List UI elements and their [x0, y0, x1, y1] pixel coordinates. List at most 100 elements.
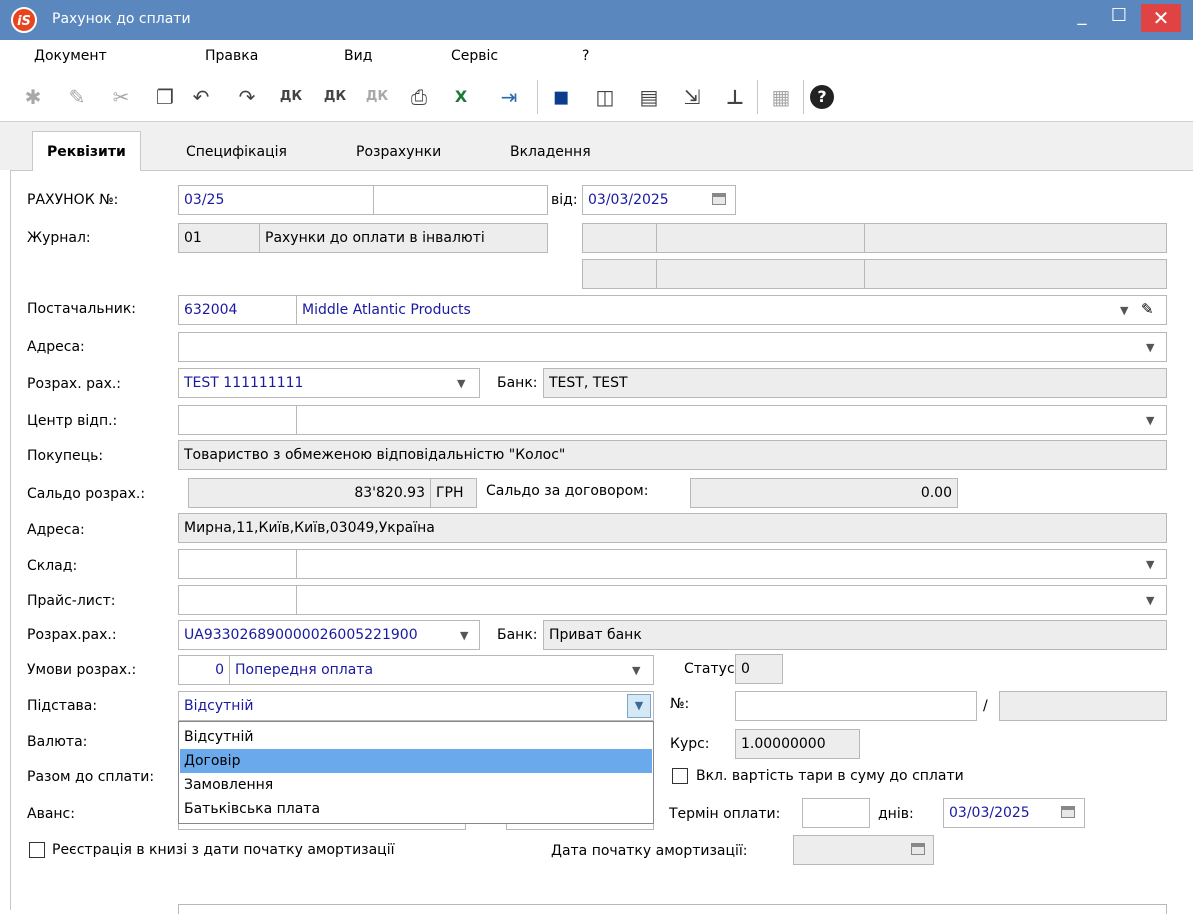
- center-code-field[interactable]: [178, 405, 297, 435]
- app-logo-icon: iS: [11, 7, 37, 33]
- terms-code-field[interactable]: 0: [178, 655, 230, 685]
- supplier-label: Постачальник:: [27, 301, 136, 317]
- bank-label: Банк:: [497, 375, 538, 391]
- calendar-icon[interactable]: [911, 843, 925, 855]
- advance-label: Аванс:: [27, 806, 75, 822]
- toolbar-separator: [803, 80, 804, 114]
- close-button[interactable]: ✕: [1141, 4, 1181, 32]
- pricelist-name-field[interactable]: [296, 585, 1167, 615]
- redo-icon[interactable]: ↷: [232, 82, 262, 112]
- exit-icon[interactable]: ⇥: [494, 82, 524, 112]
- book-icon[interactable]: ◫: [590, 82, 620, 112]
- journal-extra-field: [656, 259, 865, 289]
- chevron-down-icon[interactable]: ▼: [1146, 414, 1154, 427]
- print-icon[interactable]: ⎙: [404, 82, 434, 112]
- journal-extra-field: [864, 223, 1167, 253]
- journal-extra-field: [656, 223, 865, 253]
- basis-option[interactable]: Відсутній: [180, 725, 652, 749]
- chevron-down-icon[interactable]: ▼: [632, 664, 640, 677]
- date-label: від:: [551, 192, 578, 208]
- chevron-down-icon[interactable]: ▼: [1146, 558, 1154, 571]
- currency-code-field: ГРН: [430, 478, 477, 508]
- journal-code-field: 01: [178, 223, 260, 253]
- tab-requisites[interactable]: Реквізити: [32, 131, 141, 171]
- basis-option[interactable]: Батьківська плата: [180, 797, 652, 821]
- chevron-down-icon[interactable]: ▼: [1120, 304, 1128, 317]
- menu-help[interactable]: ?: [582, 48, 589, 64]
- buyer-field: Товариство з обмеженою відповідальністю …: [178, 440, 1167, 470]
- edit-doc-icon[interactable]: ✎: [62, 82, 92, 112]
- buyer-account-select[interactable]: UA933026890000026005221900: [178, 620, 480, 650]
- tab-calculations[interactable]: Розрахунки: [342, 134, 455, 170]
- grid-icon[interactable]: ▦: [766, 82, 796, 112]
- notes-field[interactable]: [178, 904, 1167, 914]
- pricelist-label: Прайс-лист:: [27, 593, 116, 609]
- journal-extra-field: [582, 223, 657, 253]
- help-icon[interactable]: ?: [810, 85, 834, 109]
- toolbar-separator: [757, 80, 758, 114]
- chevron-down-icon[interactable]: ▼: [457, 629, 469, 642]
- calendar-icon[interactable]: [712, 193, 726, 205]
- register-checkbox[interactable]: [29, 842, 45, 858]
- include-tare-label: Вкл. вартість тари в суму до сплати: [696, 768, 964, 784]
- basis-number-field[interactable]: [735, 691, 977, 721]
- warehouse-code-field[interactable]: [178, 549, 297, 579]
- center-name-field[interactable]: [296, 405, 1167, 435]
- terms-label: Умови розрах.:: [27, 662, 137, 678]
- excel-icon[interactable]: X: [446, 82, 476, 112]
- basis-dropdown-list: Відсутній Договір Замовлення Батьківська…: [178, 721, 654, 824]
- warehouse-name-field[interactable]: [296, 549, 1167, 579]
- rate-label: Курс:: [670, 736, 710, 752]
- invoice-suffix-field[interactable]: [373, 185, 548, 215]
- menu-bar: Документ Правка Вид Сервіс ?: [0, 40, 1193, 72]
- terms-select[interactable]: Попередня оплата: [229, 655, 654, 685]
- debit-credit-2-icon[interactable]: ДК: [320, 82, 350, 112]
- menu-document[interactable]: Документ: [34, 48, 107, 64]
- new-doc-icon[interactable]: ✱: [18, 82, 48, 112]
- account-select[interactable]: TEST 111111111: [178, 368, 480, 398]
- pencil-icon[interactable]: ✎: [1141, 300, 1154, 318]
- include-tare-checkbox[interactable]: [672, 768, 688, 784]
- tab-specification[interactable]: Специфікація: [172, 134, 301, 170]
- undo-icon[interactable]: ↶: [186, 82, 216, 112]
- basis-option[interactable]: Замовлення: [180, 773, 652, 797]
- rate-field: 1.00000000: [735, 729, 860, 759]
- supplier-code-field[interactable]: 632004: [178, 295, 297, 325]
- basis-option-selected[interactable]: Договір: [180, 749, 652, 773]
- copy-icon[interactable]: ❐: [150, 82, 180, 112]
- invoice-no-field[interactable]: 03/25: [178, 185, 374, 215]
- amort-date-label: Дата початку амортизації:: [551, 843, 748, 859]
- contract-balance-label: Сальдо за договором:: [486, 483, 649, 499]
- calendar-icon[interactable]: [1061, 806, 1075, 818]
- supplier-address-field[interactable]: [178, 332, 1167, 362]
- chevron-down-icon[interactable]: ▼: [1146, 341, 1154, 354]
- folder-icon[interactable]: ▤: [634, 82, 664, 112]
- debit-credit-3-icon[interactable]: ДК: [362, 82, 392, 112]
- supplier-name-field[interactable]: Middle Atlantic Products: [296, 295, 1167, 325]
- chevron-down-icon[interactable]: ▼: [457, 377, 465, 390]
- tab-attachments[interactable]: Вкладення: [496, 134, 605, 170]
- pricelist-code-field[interactable]: [178, 585, 297, 615]
- slash-separator: /: [983, 698, 988, 714]
- save-icon[interactable]: ▪: [546, 82, 576, 112]
- chevron-down-icon[interactable]: ▼: [1146, 594, 1154, 607]
- menu-edit[interactable]: Правка: [205, 48, 258, 64]
- invoice-no-label: РАХУНОК №:: [27, 192, 119, 208]
- warehouse-label: Склад:: [27, 558, 78, 574]
- journal-name-field: Рахунки до оплати в інвалюті: [259, 223, 548, 253]
- basis-select[interactable]: Відсутній: [178, 691, 654, 721]
- pay-term-field[interactable]: [802, 798, 870, 828]
- hierarchy-icon[interactable]: ⊥: [720, 82, 750, 112]
- status-field: 0: [735, 654, 783, 684]
- export-icon[interactable]: ⇲: [677, 82, 707, 112]
- journal-extra-field: [864, 259, 1167, 289]
- chevron-down-icon[interactable]: ▼: [627, 694, 651, 718]
- menu-view[interactable]: Вид: [344, 48, 372, 64]
- supplier-address-label: Адреса:: [27, 339, 85, 355]
- maximize-button[interactable]: ☐: [1096, 0, 1142, 32]
- debit-credit-icon[interactable]: ДК: [276, 82, 306, 112]
- journal-extra-field: [582, 259, 657, 289]
- menu-service[interactable]: Сервіс: [451, 48, 498, 64]
- days-label: днів:: [878, 806, 914, 822]
- delete-doc-icon[interactable]: ✂: [106, 82, 136, 112]
